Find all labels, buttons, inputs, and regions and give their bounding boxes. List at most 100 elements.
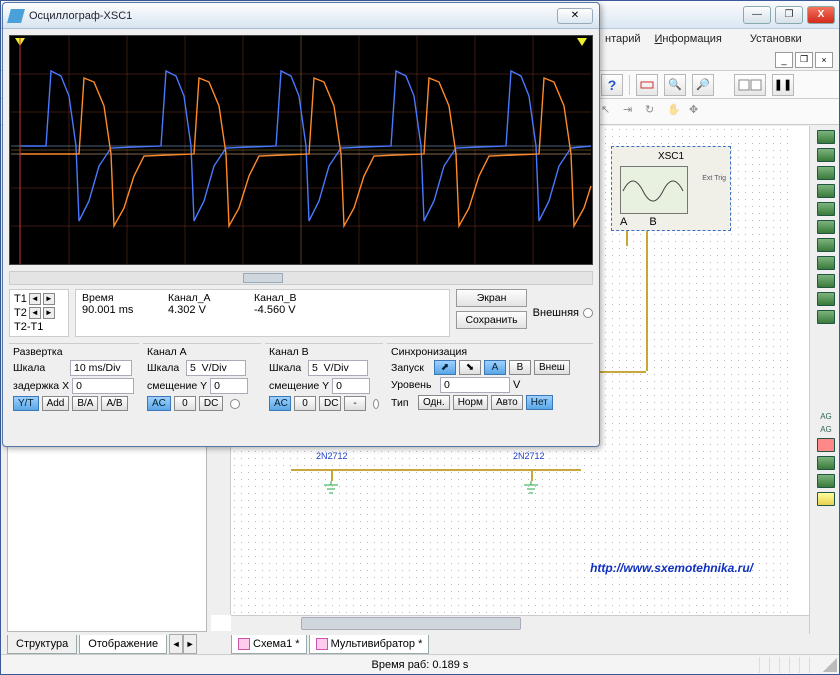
sync-level-input[interactable] (440, 377, 510, 393)
component-icon[interactable] (636, 74, 658, 96)
cha-indicator (230, 399, 240, 409)
left-panel (7, 446, 207, 632)
doc-tab-1[interactable]: Схема1 * (231, 635, 307, 654)
strip-btn-13[interactable] (817, 474, 835, 488)
osc-title-text: Осциллограф-XSC1 (29, 10, 557, 22)
scope-trace (10, 36, 592, 264)
cha-scale-input[interactable] (186, 360, 246, 376)
osc-titlebar[interactable]: Осциллограф-XSC1 ✕ (3, 3, 599, 29)
strip-btn-14[interactable] (817, 492, 835, 506)
t1-right-icon[interactable]: ► (43, 293, 55, 305)
watermark-url: http://www.sxemotehnika.ru/ (590, 561, 753, 575)
t1-left-icon[interactable]: ◄ (29, 293, 41, 305)
mode-ba-button[interactable]: B/A (72, 396, 98, 411)
t2t1-label: T2-T1 (14, 321, 43, 333)
strip-btn-4[interactable] (817, 184, 835, 198)
cha-0-button[interactable]: 0 (174, 396, 196, 411)
cha-offset-input[interactable] (210, 378, 248, 394)
scope-scrollbar[interactable] (9, 271, 593, 285)
strip-btn-11[interactable] (817, 310, 835, 324)
cursor-icon[interactable]: ↖ (601, 103, 619, 121)
t2-left-icon[interactable]: ◄ (29, 307, 41, 319)
hand-icon[interactable]: ✋ (667, 103, 685, 121)
edge-rise-button[interactable]: ⬈ (434, 360, 456, 375)
document-tabs: Схема1 * Мультивибратор * (231, 632, 429, 654)
menu-item-info[interactable]: Информация (655, 33, 736, 45)
mode-ab-button[interactable]: A/B (101, 396, 127, 411)
strip-btn-10[interactable] (817, 292, 835, 306)
scope-screen[interactable] (9, 35, 593, 265)
zoom-out-icon[interactable]: 🔎 (692, 74, 714, 96)
restore-child-icon[interactable]: ❐ (795, 52, 813, 68)
sync-ext-button[interactable]: Внеш (534, 360, 570, 375)
sync-single-button[interactable]: Одн. (418, 395, 450, 410)
mode-add-button[interactable]: Add (42, 396, 70, 411)
sync-none-button[interactable]: Нет (526, 395, 553, 410)
strip-btn-3[interactable] (817, 166, 835, 180)
left-tabs: Структура Отображение ◄► (7, 632, 197, 654)
help-icon[interactable]: ? (601, 74, 623, 96)
tab-structure[interactable]: Структура (7, 635, 77, 654)
close-child-icon[interactable]: × (815, 52, 833, 68)
chb-dc-button[interactable]: DC (319, 396, 341, 411)
strip-btn-1[interactable] (817, 130, 835, 144)
menu-item-instr[interactable]: нтарий (605, 33, 641, 45)
strip-btn-5[interactable] (817, 202, 835, 216)
cha-dc-button[interactable]: DC (199, 396, 223, 411)
zoom-in-icon[interactable]: 🔍 (664, 74, 686, 96)
strip-btn-12[interactable] (817, 456, 835, 470)
minimize-button[interactable]: — (743, 6, 771, 24)
screen-button[interactable]: Экран (456, 289, 526, 307)
toggle-view-icon[interactable] (734, 74, 766, 96)
align-icon[interactable]: ⇥ (623, 103, 641, 121)
menu-item-setup[interactable]: Установки (750, 33, 802, 45)
pause-icon[interactable]: ❚❚ (772, 74, 794, 96)
chb-0-button[interactable]: 0 (294, 396, 316, 411)
cursor-readout: Время90.001 ms Канал_A4.302 V Канал_B-4.… (75, 289, 450, 337)
tab-display[interactable]: Отображение (79, 635, 167, 654)
tab-next-icon[interactable]: ► (183, 634, 197, 654)
osc-app-icon (7, 9, 25, 23)
sync-a-button[interactable]: A (484, 360, 506, 375)
sweep-delay-input[interactable] (72, 378, 134, 394)
resize-grip-icon[interactable] (823, 658, 837, 672)
move-icon[interactable]: ✥ (689, 103, 707, 121)
channel-a-group: Канал A Шкала смещение Y AC 0 DC (143, 343, 261, 415)
strip-btn-9[interactable] (817, 274, 835, 288)
sync-norm-button[interactable]: Норм (453, 395, 488, 410)
sync-b-button[interactable]: B (509, 360, 531, 375)
edge-fall-button[interactable]: ⬊ (459, 360, 481, 375)
chb-scale-input[interactable] (308, 360, 368, 376)
minimize-child-icon[interactable]: _ (775, 52, 793, 68)
mode-yt-button[interactable]: Y/T (13, 396, 39, 411)
strip-lbl-ag2[interactable]: AG (820, 425, 832, 434)
xsc1-label: XSC1 (616, 151, 726, 162)
strip-lbl-ag[interactable]: AG (820, 412, 832, 421)
cha-ac-button[interactable]: AC (147, 396, 171, 411)
strip-btn-2[interactable] (817, 148, 835, 162)
close-button[interactable]: X (807, 6, 835, 24)
sweep-group: Развертка Шкала задержка X Y/T Add B/A A… (9, 343, 139, 415)
tab-prev-icon[interactable]: ◄ (169, 634, 183, 654)
statusbar: Время раб: 0.189 s (1, 654, 839, 674)
chb-offset-input[interactable] (332, 378, 370, 394)
strip-btn-6[interactable] (817, 220, 835, 234)
strip-btn-red[interactable] (817, 438, 835, 452)
osc-close-icon[interactable]: ✕ (557, 8, 593, 24)
component-label-1: 2N2712 (316, 451, 348, 461)
doc-tab-2[interactable]: Мультивибратор * (309, 635, 430, 654)
save-button[interactable]: Сохранить (456, 311, 526, 329)
canvas-hscroll[interactable] (231, 615, 809, 631)
instrument-xsc1[interactable]: XSC1 Ext Trig AB (611, 146, 731, 231)
strip-btn-7[interactable] (817, 238, 835, 252)
maximize-button[interactable]: ❐ (775, 6, 803, 24)
xsc1-screen-icon (620, 166, 688, 214)
chb-ac-button[interactable]: AC (269, 396, 291, 411)
ext-trigger-radio[interactable] (583, 308, 593, 318)
chb-minus-button[interactable]: - (344, 396, 366, 411)
strip-btn-8[interactable] (817, 256, 835, 270)
sweep-scale-input[interactable] (70, 360, 132, 376)
t2-right-icon[interactable]: ► (43, 307, 55, 319)
sync-auto-button[interactable]: Авто (491, 395, 523, 410)
rotate-icon[interactable]: ↻ (645, 103, 663, 121)
